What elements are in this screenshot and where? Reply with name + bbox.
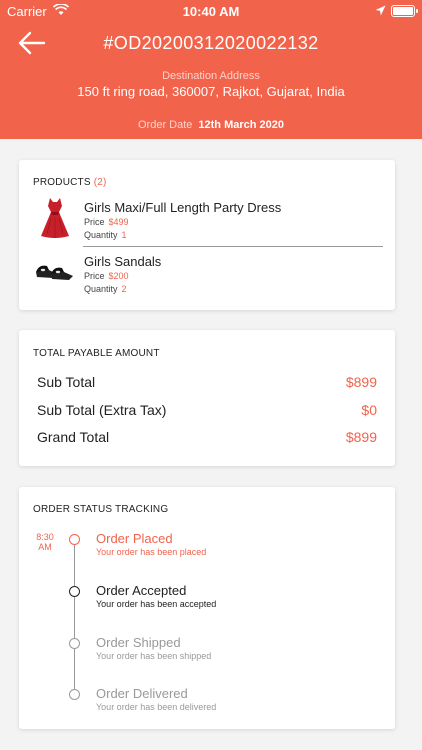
product-price: Price $200 bbox=[84, 271, 129, 281]
subtotal-label: Sub Total bbox=[37, 374, 96, 390]
products-title-label: PRODUCTS bbox=[33, 177, 91, 188]
step-title: Order Shipped bbox=[96, 635, 181, 650]
battery-tip-icon bbox=[416, 9, 418, 13]
subtotal-value: $899 bbox=[345, 374, 377, 390]
destination-label: Destination Address bbox=[162, 70, 260, 82]
price-label: Price bbox=[84, 271, 105, 281]
step-dot-icon bbox=[69, 586, 80, 597]
quantity-label: Quantity bbox=[84, 230, 118, 240]
step-dot-icon bbox=[69, 689, 80, 700]
step-title: Order Accepted bbox=[96, 583, 187, 598]
order-date: Order Date 12th March 2020 bbox=[0, 119, 422, 131]
destination-address: 150 ft ring road, 360007, Rajkot, Gujara… bbox=[77, 84, 345, 99]
step-description: Your order has been accepted bbox=[96, 599, 217, 609]
step-order-accepted: Order Accepted Your order has been accep… bbox=[19, 583, 395, 613]
status-bar: Carrier 10:40 AM bbox=[0, 0, 422, 22]
products-title: PRODUCTS (2) bbox=[33, 177, 107, 188]
products-card: PRODUCTS (2) Girls Maxi/Full Length Part… bbox=[19, 160, 395, 310]
order-tracking-card: ORDER STATUS TRACKING 8:30 AM Order Plac… bbox=[19, 487, 395, 729]
price-value: $499 bbox=[108, 217, 129, 227]
tracking-title: ORDER STATUS TRACKING bbox=[33, 504, 169, 515]
extra-tax-row: Sub Total (Extra Tax) $0 bbox=[37, 402, 377, 418]
grand-total-label: Grand Total bbox=[37, 429, 110, 445]
grand-total-row: Grand Total $899 bbox=[37, 429, 377, 445]
product-name: Girls Sandals bbox=[84, 254, 162, 269]
tracking-timeline-line bbox=[74, 543, 75, 693]
order-date-value: 12th March 2020 bbox=[198, 119, 285, 131]
step-order-delivered: Order Delivered Your order has been deli… bbox=[19, 686, 395, 716]
product-item[interactable]: Girls Maxi/Full Length Party Dress Price… bbox=[33, 196, 383, 246]
battery-icon bbox=[391, 5, 415, 17]
product-divider bbox=[83, 246, 383, 247]
step-description: Your order has been placed bbox=[96, 547, 207, 557]
quantity-value: 2 bbox=[121, 284, 127, 294]
step-dot-icon bbox=[69, 534, 80, 545]
sandals-icon bbox=[33, 250, 77, 294]
grand-total-value: $899 bbox=[345, 429, 377, 445]
order-date-label: Order Date bbox=[137, 119, 193, 131]
step-description: Your order has been shipped bbox=[96, 651, 212, 661]
product-quantity: Quantity 1 bbox=[84, 230, 127, 240]
extra-tax-label: Sub Total (Extra Tax) bbox=[37, 402, 167, 418]
quantity-value: 1 bbox=[121, 230, 127, 240]
products-count: (2) bbox=[93, 177, 107, 188]
payable-title: TOTAL PAYABLE AMOUNT bbox=[33, 348, 160, 359]
step-order-placed: Order Placed Your order has been placed bbox=[19, 531, 395, 561]
product-quantity: Quantity 2 bbox=[84, 284, 127, 294]
location-arrow-icon bbox=[375, 4, 386, 19]
status-time: 10:40 AM bbox=[182, 4, 240, 19]
extra-tax-value: $0 bbox=[361, 402, 377, 418]
order-id-title: #OD20200312020022132 bbox=[103, 33, 319, 53]
order-header: Carrier 10:40 AM #OD20200312020022132 De… bbox=[0, 0, 422, 139]
product-name: Girls Maxi/Full Length Party Dress bbox=[84, 200, 282, 215]
subtotal-row: Sub Total $899 bbox=[37, 374, 377, 390]
step-dot-icon bbox=[69, 638, 80, 649]
product-item[interactable]: Girls Sandals Price $200 Quantity 2 bbox=[33, 250, 383, 300]
dress-icon bbox=[33, 196, 77, 240]
payable-amount-card: TOTAL PAYABLE AMOUNT Sub Total $899 Sub … bbox=[19, 330, 395, 466]
product-price: Price $499 bbox=[84, 217, 129, 227]
price-value: $200 bbox=[108, 271, 129, 281]
quantity-label: Quantity bbox=[84, 284, 118, 294]
step-title: Order Placed bbox=[96, 531, 173, 546]
step-order-shipped: Order Shipped Your order has been shippe… bbox=[19, 635, 395, 665]
step-title: Order Delivered bbox=[96, 686, 188, 701]
price-label: Price bbox=[84, 217, 105, 227]
step-description: Your order has been delivered bbox=[96, 702, 217, 712]
